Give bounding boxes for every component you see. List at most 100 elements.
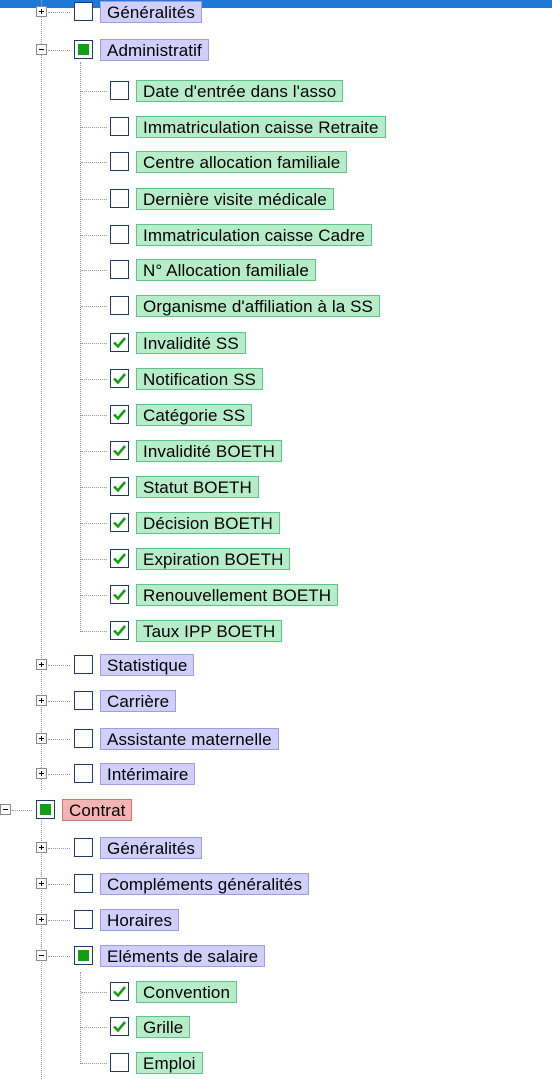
node-label[interactable]: Notification SS (136, 368, 263, 390)
node-checkbox[interactable] (110, 513, 129, 532)
collapse-icon[interactable] (36, 950, 47, 961)
node-label[interactable]: Décision BOETH (136, 512, 280, 534)
tree-node-notification-ss[interactable]: Notification SS (0, 364, 552, 394)
expand-icon[interactable] (36, 914, 47, 925)
expand-icon[interactable] (36, 733, 47, 744)
tree-node-invalidite-boeth[interactable]: Invalidité BOETH (0, 436, 552, 466)
node-label[interactable]: Grille (136, 1016, 191, 1038)
node-checkbox[interactable] (74, 655, 93, 674)
tree-node-horaires[interactable]: Horaires (0, 905, 552, 935)
node-label[interactable]: Statistique (100, 654, 195, 676)
tree-node-elements-salaire[interactable]: Eléments de salaire (0, 941, 552, 971)
node-label[interactable]: Intérimaire (100, 763, 196, 785)
node-label[interactable]: Taux IPP BOETH (136, 620, 283, 642)
tree-node-interimaire[interactable]: Intérimaire (0, 759, 552, 789)
node-label[interactable]: Catégorie SS (136, 404, 253, 426)
node-label[interactable]: Immatriculation caisse Retraite (136, 116, 386, 138)
expand-icon[interactable] (36, 6, 47, 17)
tree-node-expiration-boeth[interactable]: Expiration BOETH (0, 544, 552, 574)
node-checkbox[interactable] (110, 81, 129, 100)
tree-node-centre-alloc[interactable]: Centre allocation familiale (0, 147, 552, 177)
tree-node-statut-boeth[interactable]: Statut BOETH (0, 472, 552, 502)
node-checkbox[interactable] (110, 333, 129, 352)
node-checkbox[interactable] (110, 982, 129, 1001)
node-label[interactable]: Renouvellement BOETH (136, 584, 339, 606)
node-checkbox[interactable] (110, 549, 129, 568)
node-checkbox[interactable] (74, 2, 93, 21)
tree-node-immat-cadre[interactable]: Immatriculation caisse Cadre (0, 220, 552, 250)
tree-node-convention[interactable]: Convention (0, 977, 552, 1007)
node-label[interactable]: N° Allocation familiale (136, 259, 316, 281)
node-checkbox[interactable] (110, 477, 129, 496)
tree-node-emploi[interactable]: Emploi (0, 1048, 552, 1078)
node-label[interactable]: Horaires (100, 909, 180, 931)
tree-node-contrat-generalites[interactable]: Généralités (0, 833, 552, 863)
tree-node-contrat[interactable]: Contrat (0, 795, 552, 825)
node-checkbox[interactable] (110, 296, 129, 315)
node-label[interactable]: Assistante maternelle (100, 728, 279, 750)
node-checkbox[interactable] (110, 405, 129, 424)
node-label[interactable]: Invalidité SS (136, 332, 246, 354)
node-label[interactable]: Expiration BOETH (136, 548, 291, 570)
node-checkbox[interactable] (74, 40, 93, 59)
tree-node-immat-retraite[interactable]: Immatriculation caisse Retraite (0, 112, 552, 142)
node-label[interactable]: Généralités (100, 1, 203, 23)
node-checkbox[interactable] (74, 838, 93, 857)
tree-node-organisme-ss[interactable]: Organisme d'affiliation à la SS (0, 291, 552, 321)
tree-node-date-entree[interactable]: Date d'entrée dans l'asso (0, 76, 552, 106)
expand-icon[interactable] (36, 878, 47, 889)
tree-node-num-alloc[interactable]: N° Allocation familiale (0, 255, 552, 285)
tree-node-renouvellement-boeth[interactable]: Renouvellement BOETH (0, 580, 552, 610)
node-label[interactable]: Centre allocation familiale (136, 151, 348, 173)
node-label[interactable]: Dernière visite médicale (136, 188, 334, 210)
node-label[interactable]: Compléments généralités (100, 873, 310, 895)
node-checkbox[interactable] (110, 225, 129, 244)
collapse-icon[interactable] (0, 804, 11, 815)
tree-node-decision-boeth[interactable]: Décision BOETH (0, 508, 552, 538)
node-label[interactable]: Convention (136, 981, 238, 1003)
node-checkbox[interactable] (110, 260, 129, 279)
node-checkbox[interactable] (110, 621, 129, 640)
tree-node-derniere-visite[interactable]: Dernière visite médicale (0, 184, 552, 214)
node-checkbox[interactable] (110, 1053, 129, 1072)
tree-node-statistique[interactable]: Statistique (0, 650, 552, 680)
collapse-icon[interactable] (36, 44, 47, 55)
node-checkbox[interactable] (110, 152, 129, 171)
expand-icon[interactable] (36, 768, 47, 779)
node-checkbox[interactable] (74, 729, 93, 748)
tree-node-carriere[interactable]: Carrière (0, 686, 552, 716)
tree-node-taux-ipp-boeth[interactable]: Taux IPP BOETH (0, 616, 552, 646)
node-label[interactable]: Date d'entrée dans l'asso (136, 80, 344, 102)
node-checkbox[interactable] (74, 910, 93, 929)
node-label[interactable]: Administratif (100, 39, 209, 61)
tree-node-generalites[interactable]: Généralités (0, 0, 552, 27)
expand-icon[interactable] (36, 842, 47, 853)
node-label[interactable]: Statut BOETH (136, 476, 259, 498)
tree-node-grille[interactable]: Grille (0, 1012, 552, 1042)
node-label[interactable]: Contrat (62, 799, 133, 821)
node-label[interactable]: Organisme d'affiliation à la SS (136, 295, 380, 317)
node-checkbox[interactable] (74, 764, 93, 783)
node-checkbox[interactable] (110, 441, 129, 460)
node-label[interactable]: Invalidité BOETH (136, 440, 282, 462)
tree-node-assistante-maternelle[interactable]: Assistante maternelle (0, 724, 552, 754)
node-label[interactable]: Emploi (136, 1052, 203, 1074)
node-checkbox[interactable] (110, 369, 129, 388)
node-checkbox[interactable] (110, 189, 129, 208)
node-label[interactable]: Généralités (100, 837, 203, 859)
node-label[interactable]: Immatriculation caisse Cadre (136, 224, 372, 246)
node-checkbox[interactable] (74, 874, 93, 893)
tree-node-complements-generalites[interactable]: Compléments généralités (0, 869, 552, 899)
node-label[interactable]: Eléments de salaire (100, 945, 266, 967)
tree-node-administratif[interactable]: Administratif (0, 35, 552, 65)
tree-node-invalidite-ss[interactable]: Invalidité SS (0, 328, 552, 358)
node-checkbox[interactable] (110, 1017, 129, 1036)
node-checkbox[interactable] (74, 691, 93, 710)
node-checkbox[interactable] (36, 800, 55, 819)
tree-node-categorie-ss[interactable]: Catégorie SS (0, 400, 552, 430)
node-checkbox[interactable] (110, 117, 129, 136)
node-label[interactable]: Carrière (100, 690, 177, 712)
node-checkbox[interactable] (74, 946, 93, 965)
expand-icon[interactable] (36, 695, 47, 706)
node-checkbox[interactable] (110, 585, 129, 604)
